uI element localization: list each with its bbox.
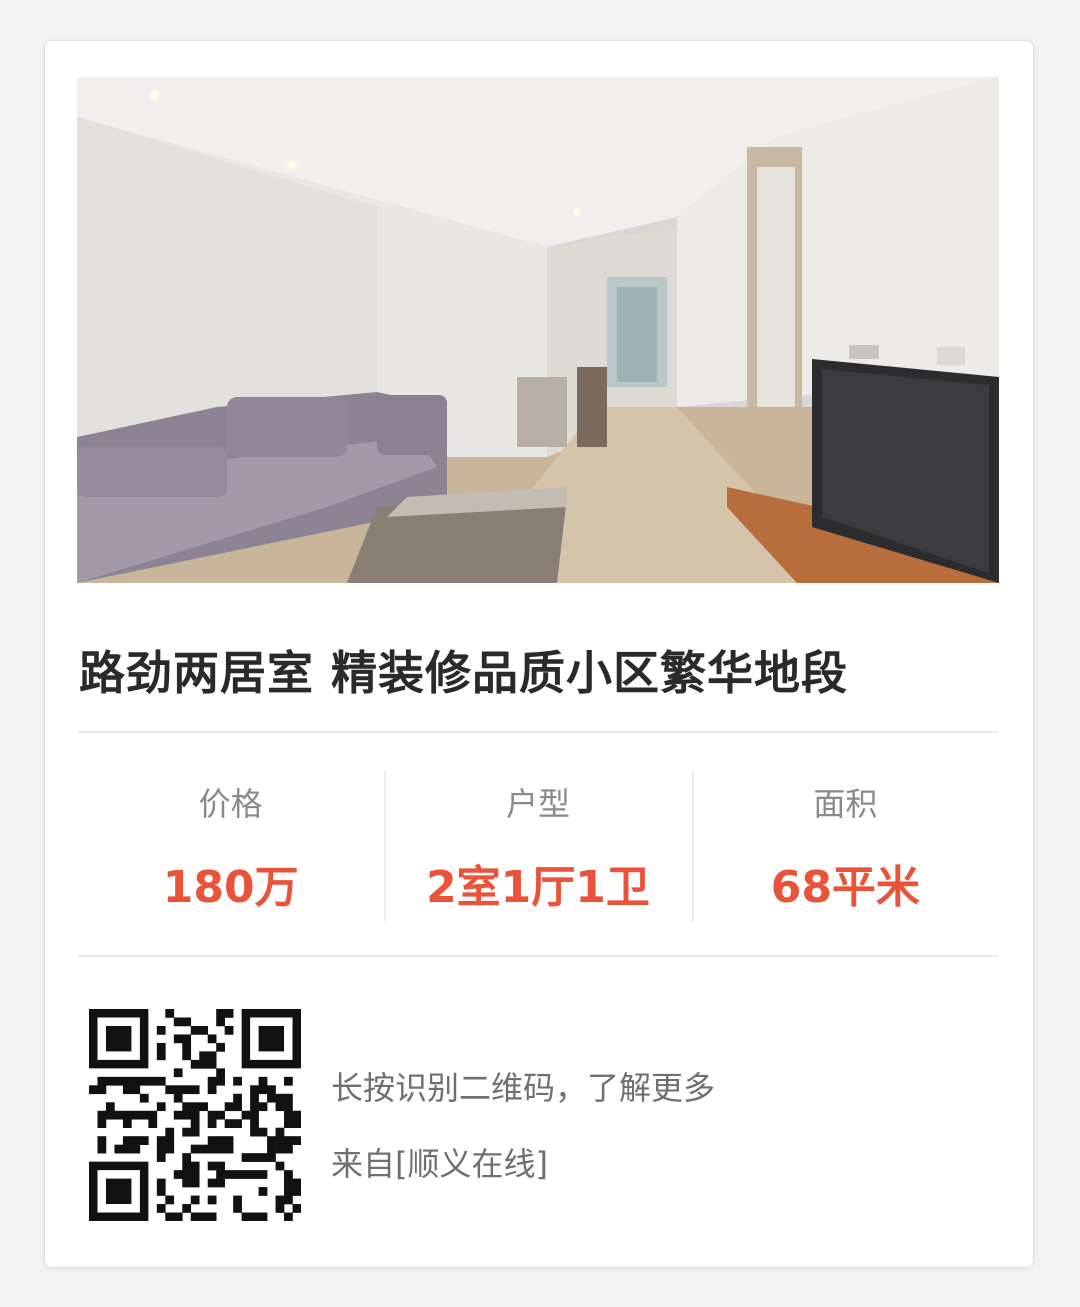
source-text: 来自[顺义在线] xyxy=(331,1145,548,1183)
stat-area-label: 面积 xyxy=(813,785,878,823)
stat-layout-label: 户型 xyxy=(505,785,570,823)
stat-price-label: 价格 xyxy=(198,785,263,823)
stats-row: 价格 180万 户型 2室1厅1卫 面积 68平米 xyxy=(77,771,999,921)
qr-code-icon xyxy=(89,1009,302,1222)
living-room-photo[interactable] xyxy=(77,77,999,583)
stat-price: 价格 180万 xyxy=(77,771,384,921)
stat-area: 面积 68平米 xyxy=(691,771,999,921)
stat-price-value: 180万 xyxy=(162,862,299,913)
stat-area-value: 68平米 xyxy=(770,862,920,913)
divider-bottom xyxy=(77,955,999,957)
qr-code[interactable] xyxy=(89,1009,302,1222)
listing-card[interactable]: 路劲两居室 精装修品质小区繁华地段 价格 180万 户型 2室1厅1卫 面积 6… xyxy=(44,40,1034,1268)
stat-layout-value: 2室1厅1卫 xyxy=(426,862,650,913)
stat-layout: 户型 2室1厅1卫 xyxy=(384,771,691,921)
qr-hint-text: 长按识别二维码，了解更多 xyxy=(331,1069,716,1107)
listing-title: 路劲两居室 精装修品质小区繁华地段 xyxy=(79,646,849,700)
divider-top xyxy=(77,731,999,733)
